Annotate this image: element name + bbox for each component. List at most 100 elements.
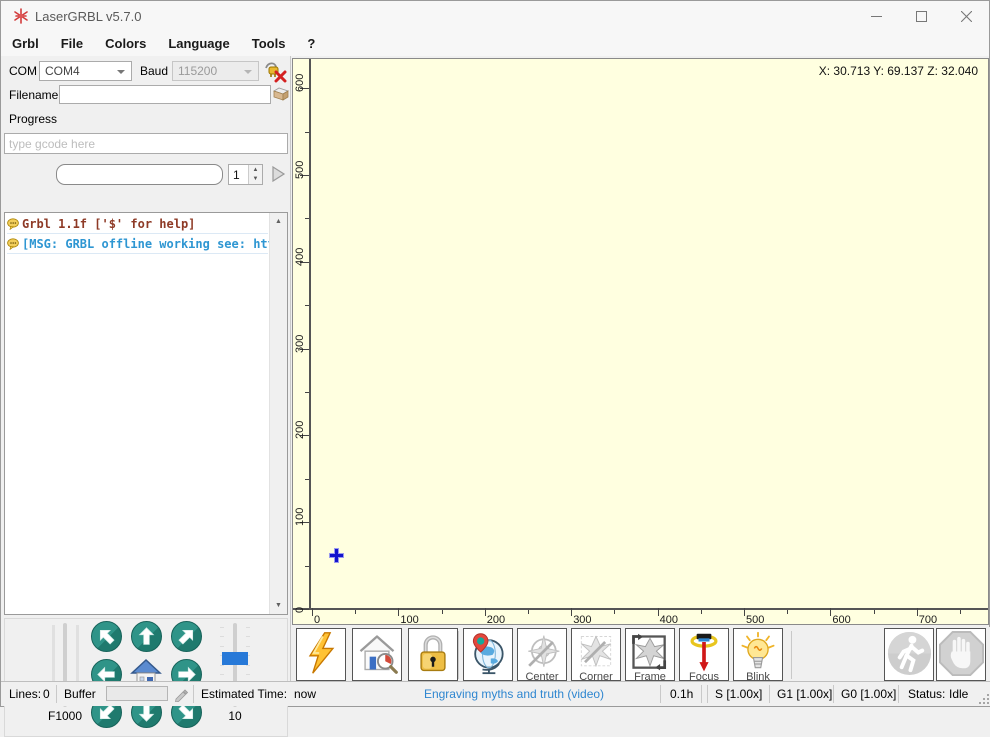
progress-bar bbox=[56, 164, 223, 185]
menu-colors[interactable]: Colors bbox=[94, 32, 157, 55]
status-value: Idle bbox=[949, 687, 968, 701]
time-value: 0.1h bbox=[670, 687, 693, 701]
maximize-button[interactable] bbox=[899, 1, 944, 31]
laser-position-marker bbox=[329, 548, 344, 563]
spin-up-icon[interactable]: ▲ bbox=[249, 165, 262, 175]
menu-file[interactable]: File bbox=[50, 32, 94, 55]
g0-override[interactable]: G0 [1.00x] bbox=[841, 687, 896, 701]
lines-value: 0 bbox=[43, 687, 50, 701]
minimize-button[interactable] bbox=[854, 1, 899, 31]
gcode-input[interactable] bbox=[4, 133, 288, 154]
resize-grip[interactable] bbox=[977, 692, 989, 704]
globe-pin-icon bbox=[466, 631, 510, 675]
position-readout: X: 30.713 Y: 69.137 Z: 32.040 bbox=[819, 64, 978, 78]
run-walker-icon bbox=[886, 630, 933, 677]
spin-down-icon[interactable]: ▼ bbox=[249, 175, 262, 185]
com-label: COM bbox=[9, 64, 37, 78]
ruler-tick bbox=[614, 610, 615, 614]
scroll-up-icon[interactable]: ▲ bbox=[270, 213, 287, 230]
laser-spark-icon bbox=[13, 8, 29, 24]
console-line: Grbl 1.1f ['$' for help] bbox=[7, 214, 268, 234]
ruler-tick bbox=[305, 132, 309, 133]
go-to-position-button[interactable] bbox=[463, 628, 513, 681]
ruler-tick bbox=[917, 608, 918, 616]
blink-button[interactable]: Blink bbox=[733, 628, 783, 681]
estimated-time-value: now bbox=[294, 687, 316, 701]
plug-disconnected-icon bbox=[263, 60, 287, 84]
message-bubble-icon bbox=[7, 218, 19, 230]
title-bar: LaserGRBL v5.7.0 bbox=[1, 1, 989, 31]
ruler-label: 400 bbox=[660, 614, 678, 625]
home-search-icon bbox=[355, 631, 399, 675]
toolbar-separator bbox=[458, 631, 459, 679]
focus-button[interactable]: Focus bbox=[679, 628, 729, 681]
play-button[interactable] bbox=[267, 163, 289, 185]
baud-label: Baud bbox=[140, 64, 168, 78]
com-port-select[interactable]: COM4 bbox=[39, 61, 132, 81]
bottom-toolbar: Center Corner Frame bbox=[292, 627, 990, 683]
connect-button[interactable] bbox=[261, 59, 288, 84]
reset-grbl-button[interactable] bbox=[296, 628, 346, 681]
jog-ne-button[interactable] bbox=[171, 621, 202, 652]
frame-button[interactable]: Frame bbox=[625, 628, 675, 681]
menu-grbl[interactable]: Grbl bbox=[1, 32, 50, 55]
chevron-down-icon bbox=[117, 70, 125, 74]
ruler-tick bbox=[960, 610, 961, 614]
maximize-icon bbox=[916, 11, 927, 22]
ruler-tick bbox=[305, 479, 309, 480]
toolbar-separator bbox=[791, 631, 792, 679]
padlock-icon bbox=[411, 631, 455, 675]
menu-help[interactable]: ? bbox=[296, 32, 326, 55]
ruler-tick bbox=[305, 566, 309, 567]
minimize-icon bbox=[871, 11, 882, 22]
ruler-label: 500 bbox=[294, 139, 306, 179]
menu-language[interactable]: Language bbox=[157, 32, 240, 55]
homing-button[interactable] bbox=[352, 628, 402, 681]
ruler-label: 100 bbox=[400, 614, 418, 625]
app-window: LaserGRBL v5.7.0 Grbl File Colors Langua… bbox=[0, 0, 990, 707]
filename-input[interactable] bbox=[59, 85, 271, 104]
baud-rate-select[interactable]: 115200 bbox=[172, 61, 259, 81]
preview-canvas[interactable]: X: 30.713 Y: 69.137 Z: 32.040 0 100 200 300… bbox=[292, 58, 989, 625]
ruler-tick bbox=[355, 610, 356, 614]
ruler-label: 500 bbox=[746, 614, 764, 625]
passes-spinner[interactable]: 1 ▲▼ bbox=[228, 164, 263, 185]
x-axis bbox=[293, 608, 989, 610]
g1-override[interactable]: G1 [1.00x] bbox=[777, 687, 832, 701]
control-panel: COM COM4 Baud 115200 Filename bbox=[1, 56, 291, 681]
menu-tools[interactable]: Tools bbox=[241, 32, 297, 55]
light-bulb-icon bbox=[736, 631, 780, 675]
ruler-label: 400 bbox=[294, 226, 306, 266]
ruler-tick bbox=[658, 608, 659, 616]
open-file-icon[interactable] bbox=[271, 84, 290, 104]
frame-icon bbox=[628, 631, 672, 675]
filename-label: Filename bbox=[9, 88, 58, 102]
jog-panel: F1000 10 bbox=[4, 618, 288, 737]
corner-button[interactable]: Corner bbox=[571, 628, 621, 681]
step-slider-handle[interactable] bbox=[222, 652, 248, 665]
ruler-tick bbox=[528, 610, 529, 614]
scroll-down-icon[interactable]: ▼ bbox=[270, 597, 287, 614]
ruler-label: 100 bbox=[294, 486, 306, 526]
ruler-label: 0 bbox=[294, 573, 306, 613]
close-button[interactable] bbox=[944, 1, 989, 31]
stop-button[interactable] bbox=[936, 628, 986, 681]
pen-icon bbox=[173, 687, 188, 702]
ruler-tick bbox=[312, 608, 313, 616]
spinner-buttons[interactable]: ▲▼ bbox=[248, 165, 262, 184]
console-scrollbar[interactable]: ▲ ▼ bbox=[269, 213, 287, 614]
y-axis bbox=[309, 59, 311, 610]
ruler-tick bbox=[305, 392, 309, 393]
passes-value: 1 bbox=[233, 168, 240, 182]
unlock-button[interactable] bbox=[408, 628, 458, 681]
center-button[interactable]: Center bbox=[517, 628, 567, 681]
ruler-label: 200 bbox=[294, 399, 306, 439]
feed-rate-label: F1000 bbox=[43, 709, 87, 723]
arrow-ne-icon bbox=[172, 622, 202, 652]
run-button[interactable] bbox=[884, 628, 934, 681]
ruler-label: 300 bbox=[294, 313, 306, 353]
jog-n-button[interactable] bbox=[131, 621, 162, 652]
jog-nw-button[interactable] bbox=[91, 621, 122, 652]
news-link[interactable]: Engraving myths and truth (video) bbox=[424, 687, 604, 701]
s-override[interactable]: S [1.00x] bbox=[715, 687, 762, 701]
